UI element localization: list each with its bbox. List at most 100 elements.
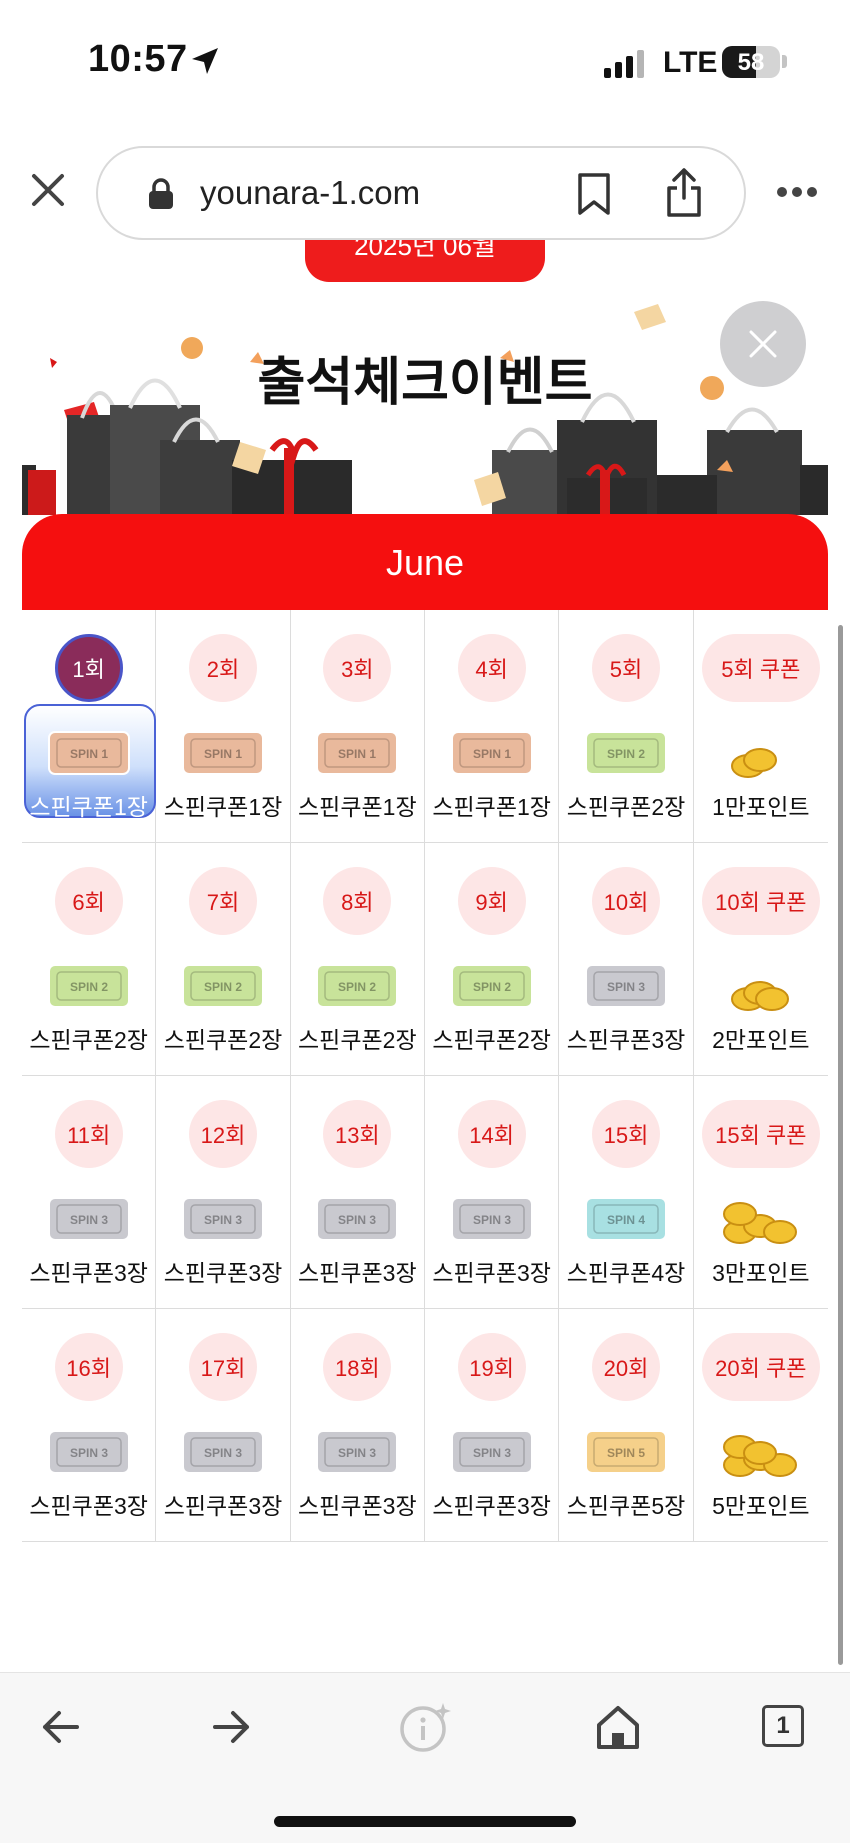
day-badge: 16회 xyxy=(54,1333,123,1401)
reward-cell[interactable]: 2회 SPIN 1 스핀쿠폰1장 xyxy=(156,610,291,843)
date-pill: 2025년 06월 xyxy=(305,240,545,282)
more-options-icon[interactable] xyxy=(776,186,818,198)
status-time: 10:57 xyxy=(88,38,188,80)
prize-label: 스핀쿠폰1장 xyxy=(298,794,417,820)
day-badge: 6회 xyxy=(54,867,123,935)
spin-ticket-icon: SPIN 3 xyxy=(181,1197,264,1241)
prize-label: 스핀쿠폰5장 xyxy=(566,1493,686,1519)
spin-ticket-icon: SPIN 2 xyxy=(450,964,533,1008)
reward-cell[interactable]: 5회 쿠폰 1만포인트 xyxy=(693,610,828,843)
ticket-label: SPIN 3 xyxy=(607,980,645,994)
url-bar[interactable]: younara-1.com xyxy=(96,146,746,240)
prize-label: 1만포인트 xyxy=(712,794,810,820)
back-arrow-icon[interactable] xyxy=(33,1699,89,1755)
reward-cell[interactable]: 6회 SPIN 2 스핀쿠폰2장 xyxy=(22,843,157,1076)
ticket-label: SPIN 3 xyxy=(473,1446,511,1460)
reward-cell[interactable]: 7회 SPIN 2 스핀쿠폰2장 xyxy=(156,843,291,1076)
prize-label: 스핀쿠폰4장 xyxy=(566,1260,686,1286)
prize-label: 스핀쿠폰2장 xyxy=(566,794,686,820)
prize-label: 2만포인트 xyxy=(712,1027,810,1053)
day-badge: 20회 xyxy=(591,1333,660,1401)
reward-cell[interactable]: 5회 SPIN 2 스핀쿠폰2장 xyxy=(559,610,694,843)
prize-label: 스핀쿠폰3장 xyxy=(298,1493,417,1519)
gold-coins-icon xyxy=(730,981,789,1011)
reward-cell[interactable]: 19회 SPIN 3 스핀쿠폰3장 xyxy=(424,1309,560,1542)
prize-label: 스핀쿠폰3장 xyxy=(29,1493,148,1519)
spin-ticket-icon: SPIN 1 xyxy=(47,731,130,775)
ticket-label: SPIN 3 xyxy=(338,1213,376,1227)
month-title: June xyxy=(385,542,465,583)
page-scrollbar[interactable] xyxy=(838,625,843,1665)
modal-close-button[interactable] xyxy=(720,301,806,387)
day-badge: 12회 xyxy=(188,1100,257,1168)
reward-cell[interactable]: 8회 SPIN 2 스핀쿠폰2장 xyxy=(290,843,425,1076)
ticket-label: SPIN 3 xyxy=(204,1446,242,1460)
ticket-label: SPIN 2 xyxy=(473,980,511,994)
spin-ticket-icon: SPIN 2 xyxy=(316,964,399,1008)
reward-cell[interactable]: 12회 SPIN 3 스핀쿠폰3장 xyxy=(156,1076,291,1309)
reward-cell[interactable]: 15회 쿠폰 3만포인트 xyxy=(693,1076,828,1309)
tabs-button[interactable]: 1 xyxy=(762,1705,804,1747)
day-badge: 11회 xyxy=(54,1100,123,1168)
day-badge: 18회 xyxy=(323,1333,392,1401)
battery-level: 58 xyxy=(737,49,765,76)
spin-ticket-icon: SPIN 1 xyxy=(181,731,264,775)
ticket-label: SPIN 3 xyxy=(70,1446,108,1460)
prize-label: 5만포인트 xyxy=(712,1493,810,1519)
reward-cell[interactable]: 18회 SPIN 3 스핀쿠폰3장 xyxy=(290,1309,425,1542)
prize-label: 스핀쿠폰2장 xyxy=(432,1027,551,1053)
close-icon xyxy=(749,330,777,358)
reward-cell[interactable]: 10회 SPIN 3 스핀쿠폰3장 xyxy=(559,843,694,1076)
reward-cell[interactable]: 11회 SPIN 3 스핀쿠폰3장 xyxy=(22,1076,157,1309)
prize-label: 스핀쿠폰1장 xyxy=(29,794,148,820)
ticket-label: SPIN 1 xyxy=(338,747,376,761)
forward-arrow-icon[interactable] xyxy=(203,1699,259,1755)
spin-ticket-icon: SPIN 3 xyxy=(47,1430,130,1474)
reward-cell[interactable]: 14회 SPIN 3 스핀쿠폰3장 xyxy=(424,1076,560,1309)
bookmark-icon[interactable] xyxy=(576,172,612,216)
spin-ticket-icon: SPIN 3 xyxy=(450,1430,533,1474)
reward-cell[interactable]: 13회 SPIN 3 스핀쿠폰3장 xyxy=(290,1076,425,1309)
reward-cell[interactable]: 17회 SPIN 3 스핀쿠폰3장 xyxy=(156,1309,291,1542)
cellular-signal-icon xyxy=(604,50,644,78)
gold-coins-icon xyxy=(722,1435,797,1477)
ticket-label: SPIN 3 xyxy=(70,1213,108,1227)
day-badge: 5회 쿠폰 xyxy=(701,634,820,702)
tab-count: 1 xyxy=(776,1712,790,1739)
day-badge: 13회 xyxy=(323,1100,392,1168)
prize-label: 스핀쿠폰3장 xyxy=(432,1493,551,1519)
day-badge: 15회 xyxy=(591,1100,660,1168)
ticket-label: SPIN 1 xyxy=(473,747,511,761)
url-text[interactable]: younara-1.com xyxy=(200,174,420,212)
reward-cell[interactable]: 15회 SPIN 4 스핀쿠폰4장 xyxy=(559,1076,694,1309)
reward-cell[interactable]: 10회 쿠폰 2만포인트 xyxy=(693,843,828,1076)
share-icon[interactable] xyxy=(664,168,704,218)
ticket-label: SPIN 3 xyxy=(204,1213,242,1227)
day-badge: 14회 xyxy=(457,1100,526,1168)
month-header: June xyxy=(22,514,828,610)
lock-icon xyxy=(149,178,173,209)
prize-label: 스핀쿠폰2장 xyxy=(29,1027,148,1053)
reward-cell[interactable]: 16회 SPIN 3 스핀쿠폰3장 xyxy=(22,1309,157,1542)
ticket-label: SPIN 2 xyxy=(70,980,108,994)
spin-ticket-icon: SPIN 2 xyxy=(181,964,264,1008)
spin-ticket-icon: SPIN 3 xyxy=(584,964,667,1008)
day-badge: 17회 xyxy=(188,1333,257,1401)
prize-label: 3만포인트 xyxy=(712,1260,810,1286)
spin-ticket-icon: SPIN 3 xyxy=(316,1430,399,1474)
home-icon[interactable] xyxy=(590,1699,646,1755)
day-badge: 7회 xyxy=(188,867,257,935)
close-tab-icon[interactable] xyxy=(26,168,70,212)
reward-cell[interactable]: 4회 SPIN 1 스핀쿠폰1장 xyxy=(424,610,560,843)
reward-cell[interactable]: 20회 쿠폰 5만포인트 xyxy=(693,1309,828,1542)
day-badge: 15회 쿠폰 xyxy=(701,1100,820,1168)
day-badge: 1회 xyxy=(54,634,123,702)
reward-cell[interactable]: 20회 SPIN 5 스핀쿠폰5장 xyxy=(559,1309,694,1542)
ticket-label: SPIN 5 xyxy=(607,1446,645,1460)
reward-cell[interactable]: 3회 SPIN 1 스핀쿠폰1장 xyxy=(290,610,425,843)
reward-cell[interactable]: 1회 SPIN 1 스핀쿠폰1장 xyxy=(22,610,157,843)
ticket-label: SPIN 2 xyxy=(204,980,242,994)
info-sparkle-icon[interactable] xyxy=(397,1699,453,1755)
reward-cell[interactable]: 9회 SPIN 2 스핀쿠폰2장 xyxy=(424,843,560,1076)
prize-label: 스핀쿠폰2장 xyxy=(298,1027,417,1053)
